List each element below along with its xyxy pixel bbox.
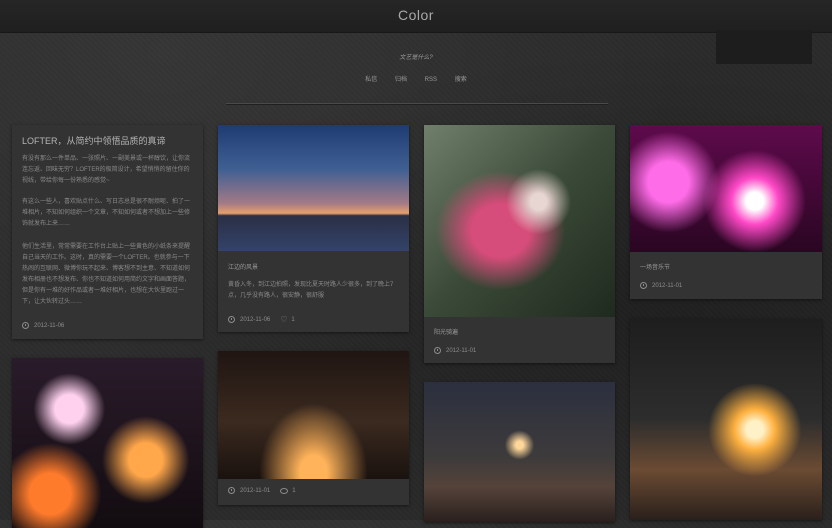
post-text: 黄昏入冬，到江边拍照，发现比夏天时路人少很多，到了晚上7点，几乎没有路人，很安静…: [228, 282, 394, 299]
post-date[interactable]: 2012-11-06: [240, 317, 270, 323]
post-caption: 一场音乐节: [640, 265, 671, 271]
post-paragraph: 他们生活里，常常需要在工作台上贴上一些黄色的小纸条来提醒自己当天的工作。这时，真…: [22, 244, 191, 305]
post-paragraph: 有这么一些人，喜欢贴点什么、写日志总是很不耐烦呢、拍了一堆相片，不知如何组织一个…: [22, 199, 191, 227]
post-date[interactable]: 2012-11-01: [446, 348, 476, 354]
post-card-street[interactable]: [424, 382, 615, 522]
post-caption: 阳光骑遍: [434, 330, 459, 336]
post-card-band[interactable]: 一场音乐节 2012-11-01: [630, 125, 822, 299]
clock-icon: [228, 487, 235, 494]
site-title[interactable]: Color: [0, 7, 832, 23]
post-meta: 2012-11-01 1: [228, 487, 296, 494]
post-caption: 江边的风景: [228, 265, 259, 271]
post-photo[interactable]: [424, 125, 615, 317]
heart-icon[interactable]: ♡: [280, 315, 287, 324]
post-date[interactable]: 2012-11-06: [34, 323, 64, 329]
post-meta: 2012-11-06: [22, 322, 64, 329]
comment-count: 1: [292, 487, 296, 494]
site-tagline: 文艺是什么?: [399, 55, 433, 61]
post-meta: 2012-11-01: [640, 282, 682, 289]
main-nav: 私信 归档 RSS 搜索: [0, 74, 832, 83]
nav-item-archive[interactable]: 归档: [395, 77, 407, 83]
post-date[interactable]: 2012-11-01: [240, 488, 270, 494]
clock-icon: [228, 316, 235, 323]
post-card-cars[interactable]: [630, 319, 822, 520]
post-photo[interactable]: [630, 125, 822, 252]
clock-icon: [434, 347, 441, 354]
clock-icon: [22, 322, 29, 329]
nav-item-rss[interactable]: RSS: [425, 77, 437, 83]
post-photo[interactable]: [12, 358, 203, 528]
post-paragraph: 有没有那么一件单品、一张照片、一副美景或一杯醇饮，让你流连忘返、回味无穷？LOF…: [22, 156, 191, 184]
like-count: 1: [291, 316, 295, 323]
post-photo[interactable]: [218, 125, 409, 251]
post-meta: 2012-11-01: [434, 347, 476, 354]
post-card-bokeh[interactable]: [12, 358, 203, 528]
post-title[interactable]: LOFTER，从简约中领悟品质的真谛: [22, 134, 195, 147]
comment-icon[interactable]: [280, 487, 289, 494]
post-card-glove[interactable]: 阳光骑遍 2012-11-01: [424, 125, 615, 363]
post-card-intro[interactable]: LOFTER，从简约中领悟品质的真谛 有没有那么一件单品、一张照片、一副美景或一…: [12, 125, 203, 339]
post-card-river[interactable]: 江边的风景 黄昏入冬，到江边拍照，发现比夏天时路人少很多，到了晚上7点，几乎没有…: [218, 125, 409, 332]
header-divider: [226, 103, 608, 104]
post-photo[interactable]: [630, 319, 822, 520]
post-date[interactable]: 2012-11-01: [652, 283, 682, 289]
clock-icon: [640, 282, 647, 289]
nav-item-search[interactable]: 搜索: [455, 77, 467, 83]
post-card-crane[interactable]: 2012-11-01 1: [218, 351, 409, 505]
nav-item-messages[interactable]: 私信: [365, 77, 377, 83]
post-meta: 2012-11-06 ♡ 1: [228, 315, 295, 324]
post-photo[interactable]: [218, 351, 409, 479]
post-photo[interactable]: [424, 382, 615, 522]
